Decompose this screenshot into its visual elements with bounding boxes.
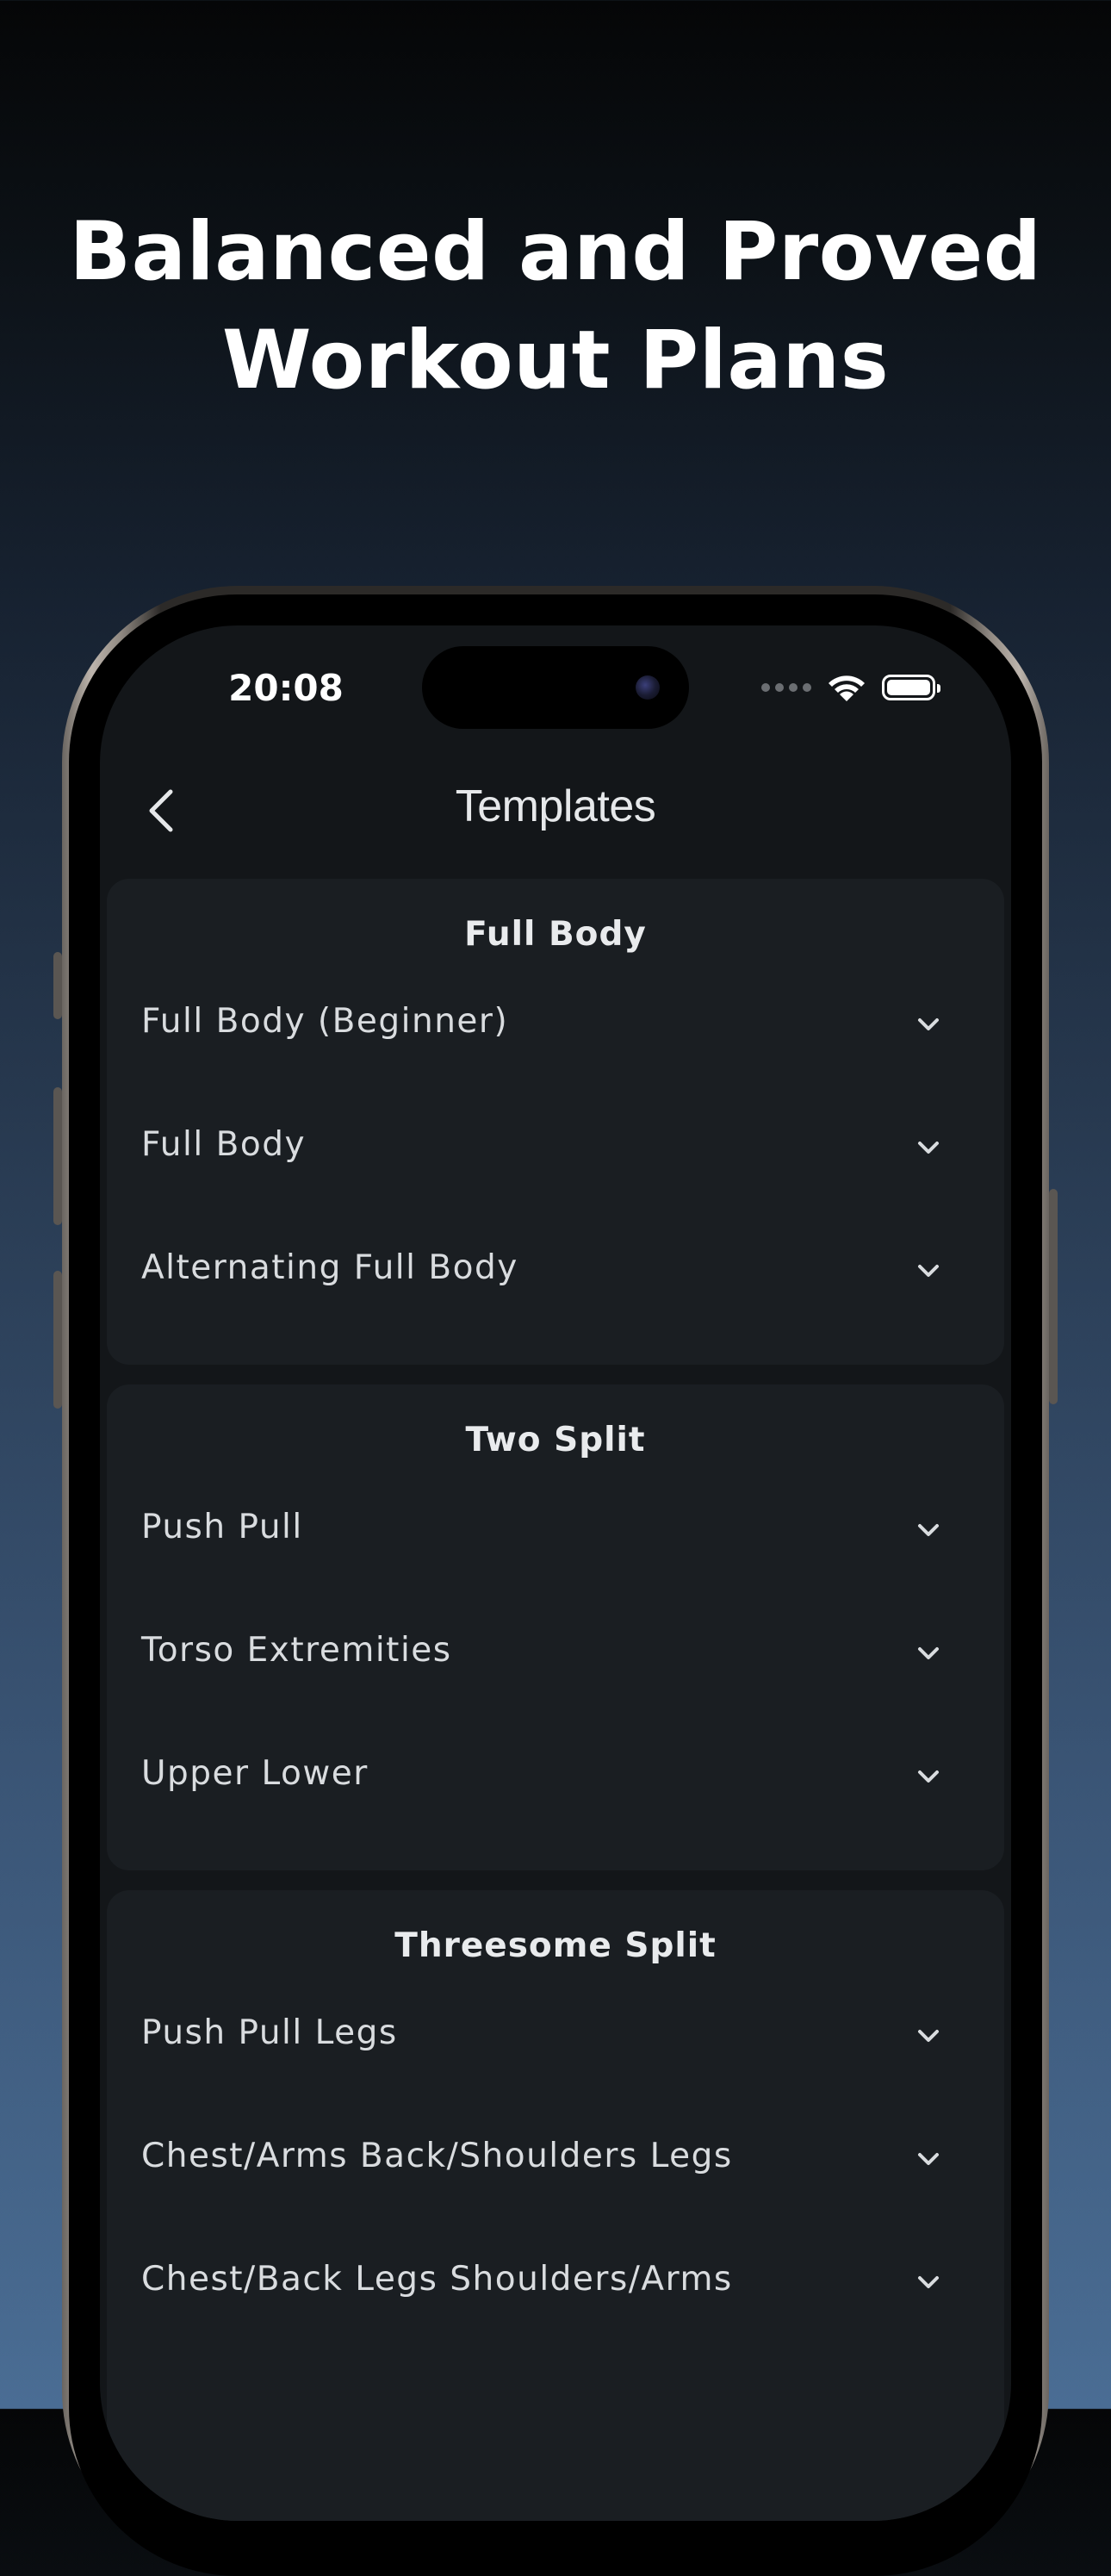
template-label: Chest/Back Legs Shoulders/Arms <box>141 2260 733 2299</box>
section-title: Full Body <box>464 915 647 954</box>
chevron-down-icon[interactable] <box>913 1515 944 1546</box>
chevron-down-icon[interactable] <box>913 1638 944 1669</box>
headline: Balanced and Proved Workout Plans <box>0 198 1111 415</box>
chevron-down-icon[interactable] <box>913 1132 944 1163</box>
headline-line-2: Workout Plans <box>221 314 890 408</box>
dynamic-island <box>422 646 689 729</box>
template-row[interactable]: Push Pull <box>107 1470 1004 1593</box>
template-row[interactable]: Torso Extremities <box>107 1593 1004 1716</box>
page-title: Templates <box>455 781 656 831</box>
template-row[interactable]: Chest/Arms Back/Shoulders Legs <box>107 2099 1004 2222</box>
template-label: Push Pull Legs <box>141 2013 398 2052</box>
section-title: Threesome Split <box>394 1926 717 1965</box>
template-row[interactable]: Full Body <box>107 1087 1004 1210</box>
template-label: Torso Extremities <box>141 1631 452 1670</box>
section-full-body: Full Body Full Body (Beginner) Full Body… <box>107 879 1004 1365</box>
template-label: Push Pull <box>141 1508 303 1546</box>
template-row[interactable]: Push Pull Legs <box>107 1976 1004 2099</box>
volume-up-button <box>53 1087 62 1225</box>
chevron-down-icon[interactable] <box>913 1009 944 1040</box>
status-icons <box>761 670 940 705</box>
template-row[interactable]: Chest/Back Legs Shoulders/Arms <box>107 2222 1004 2345</box>
power-button <box>1049 1189 1058 1404</box>
wifi-icon <box>829 675 865 701</box>
front-camera-icon <box>636 675 660 700</box>
template-label: Full Body <box>141 1125 307 1164</box>
chevron-down-icon[interactable] <box>913 1761 944 1792</box>
chevron-down-icon[interactable] <box>913 2267 944 2298</box>
volume-down-button <box>53 1271 62 1409</box>
action-button <box>53 952 62 1019</box>
template-row[interactable]: Upper Lower <box>107 1716 1004 1839</box>
template-label: Upper Lower <box>141 1754 369 1793</box>
template-label: Full Body (Beginner) <box>141 1002 509 1041</box>
phone-screen: 20:08 Templates Full Body Full Body (Beg… <box>100 625 1011 2521</box>
template-label: Alternating Full Body <box>141 1248 518 1287</box>
section-threesome-split: Threesome Split Push Pull Legs Chest/Arm… <box>107 1890 1004 2521</box>
chevron-down-icon[interactable] <box>913 2144 944 2175</box>
template-row[interactable]: Full Body (Beginner) <box>107 964 1004 1087</box>
chevron-down-icon[interactable] <box>913 2020 944 2051</box>
battery-icon <box>882 675 940 700</box>
template-row[interactable]: Alternating Full Body <box>107 1210 1004 1334</box>
chevron-down-icon[interactable] <box>913 1255 944 1286</box>
cellular-signal-icon <box>761 683 811 692</box>
status-time: 20:08 <box>228 667 344 709</box>
section-two-split: Two Split Push Pull Torso Extremities Up… <box>107 1384 1004 1870</box>
headline-line-1: Balanced and Proved <box>69 205 1042 299</box>
section-title: Two Split <box>465 1421 646 1459</box>
template-label: Chest/Arms Back/Shoulders Legs <box>141 2137 733 2175</box>
